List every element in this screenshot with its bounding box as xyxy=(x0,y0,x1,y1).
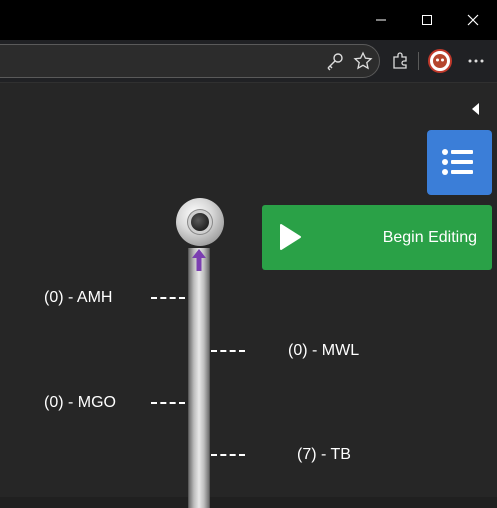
timeline-marker-label[interactable]: (0) - MWL xyxy=(288,341,359,361)
browser-toolbar xyxy=(0,40,497,83)
play-icon xyxy=(280,224,301,250)
key-icon[interactable] xyxy=(323,49,347,73)
timeline-top-knob[interactable] xyxy=(176,198,224,246)
close-button[interactable] xyxy=(450,6,496,34)
close-icon xyxy=(467,14,479,26)
timeline-marker-label[interactable]: (7) - TB xyxy=(297,445,351,465)
list-icon xyxy=(442,149,473,175)
profile-avatar-icon[interactable] xyxy=(428,49,452,73)
timeline-tick xyxy=(211,454,245,456)
address-bar[interactable] xyxy=(0,44,380,78)
timeline-tick xyxy=(151,402,185,404)
toolbar-divider xyxy=(418,52,419,70)
extensions-icon[interactable] xyxy=(388,49,412,73)
maximize-icon xyxy=(422,15,432,25)
chevron-left-icon[interactable] xyxy=(469,102,481,116)
timeline-tick xyxy=(211,350,245,352)
timeline-marker-label[interactable]: (0) - MGO xyxy=(44,393,116,413)
up-arrow-icon xyxy=(192,249,206,271)
minimize-icon xyxy=(376,19,386,21)
window-title-bar xyxy=(0,0,497,40)
maximize-button[interactable] xyxy=(404,6,450,34)
timeline-marker-label[interactable]: (0) - AMH xyxy=(44,288,112,308)
timeline-pole xyxy=(188,248,210,508)
timeline-tick xyxy=(151,297,185,299)
favorite-star-icon[interactable] xyxy=(351,49,375,73)
minimize-button[interactable] xyxy=(358,6,404,34)
list-button[interactable] xyxy=(427,130,492,195)
begin-editing-label: Begin Editing xyxy=(382,229,477,246)
more-menu-icon[interactable] xyxy=(464,49,488,73)
begin-editing-button[interactable]: Begin Editing xyxy=(262,205,492,270)
